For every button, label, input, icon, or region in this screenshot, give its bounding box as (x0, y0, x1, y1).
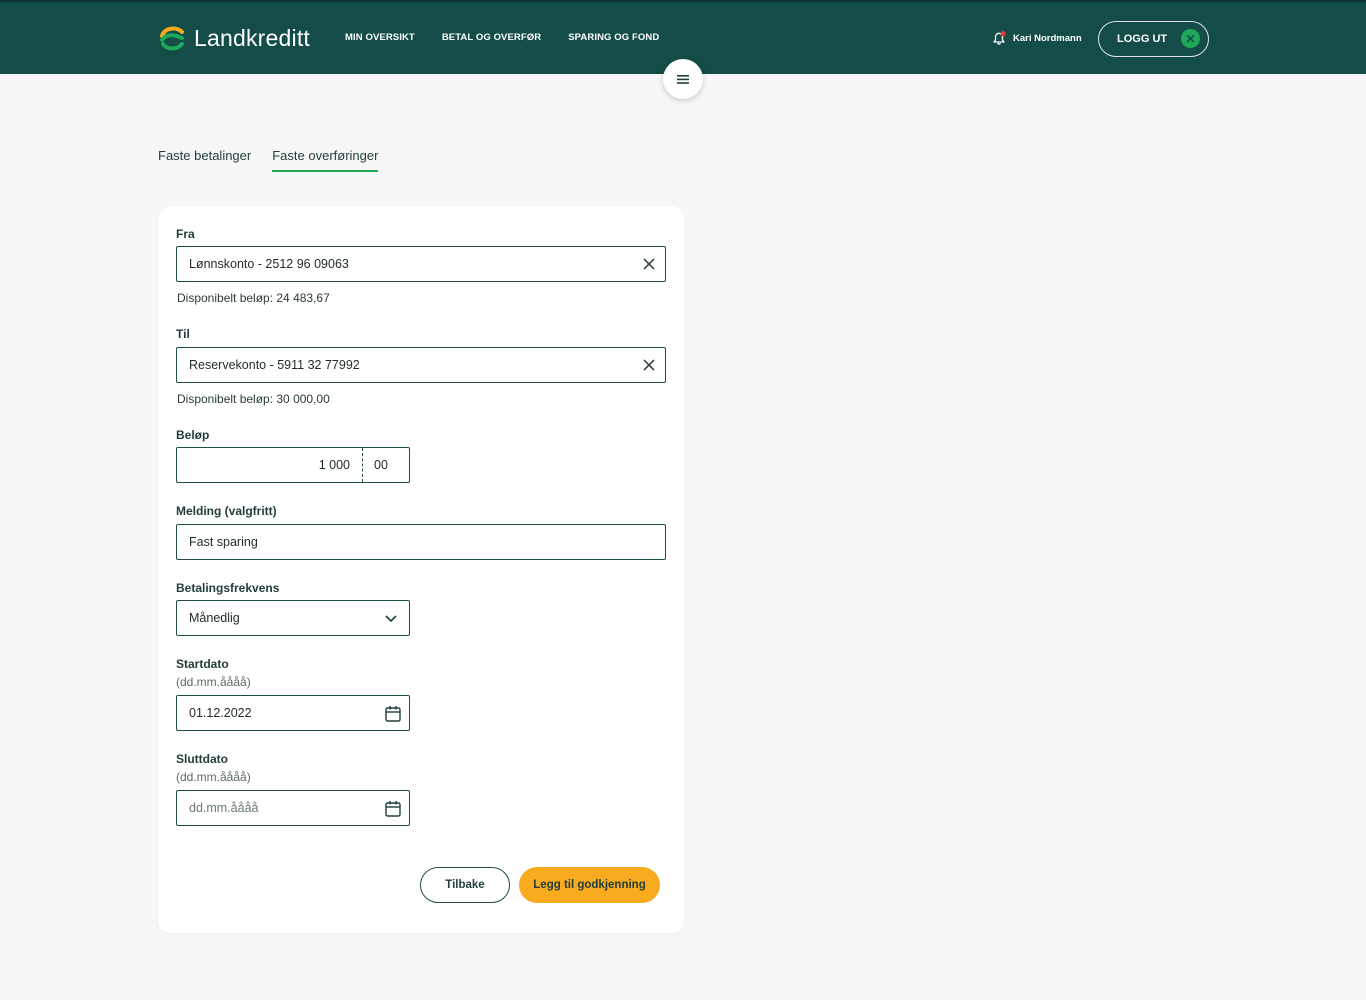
to-account-field[interactable]: Reservekonto - 5911 32 77992 (176, 347, 666, 383)
end-date-label: Sluttdato (176, 752, 228, 766)
start-date-value: 01.12.2022 (189, 706, 252, 720)
notification-bell-icon[interactable] (991, 30, 1007, 46)
to-available-amount: Disponibelt beløp: 30 000,00 (177, 392, 330, 406)
message-label: Melding (valgfritt) (176, 504, 277, 518)
nav-sparing-og-fond[interactable]: SPARING OG FOND (568, 32, 659, 43)
end-date-format: (dd.mm.åååå) (176, 770, 251, 784)
calendar-icon[interactable] (385, 705, 401, 722)
to-account-value: Reservekonto - 5911 32 77992 (189, 358, 360, 372)
tab-faste-overforinger[interactable]: Faste overføringer (272, 148, 379, 172)
start-date-label: Startdato (176, 657, 229, 671)
frequency-label: Betalingsfrekvens (176, 581, 280, 595)
transfer-form-card: Fra Lønnskonto - 2512 96 09063 Disponibe… (158, 206, 684, 933)
amount-ore-input[interactable]: 00 (363, 448, 409, 482)
from-account-value: Lønnskonto - 2512 96 09063 (189, 257, 349, 271)
tab-bar: Faste betalinger Faste overføringer (158, 148, 399, 172)
nav-min-oversikt[interactable]: MIN OVERSIKT (345, 32, 415, 43)
user-menu[interactable]: Kari Nordmann (991, 30, 1082, 46)
logout-label: LOGG UT (1117, 33, 1168, 45)
brand-logo[interactable]: Landkreditt (158, 24, 310, 52)
user-name: Kari Nordmann (1013, 32, 1082, 44)
clear-to-icon[interactable] (641, 357, 657, 373)
to-label: Til (176, 327, 190, 341)
landkreditt-logo-icon (160, 26, 184, 51)
add-for-approval-button[interactable]: Legg til godkjenning (519, 867, 660, 903)
calendar-icon[interactable] (385, 800, 401, 817)
amount-field: 1 000 00 (176, 447, 410, 483)
frequency-value: Månedlig (189, 611, 240, 625)
tab-faste-betalinger[interactable]: Faste betalinger (158, 148, 251, 172)
start-date-format: (dd.mm.åååå) (176, 675, 251, 689)
main-nav: MIN OVERSIKT BETAL OG OVERFØR SPARING OG… (345, 32, 686, 43)
message-input[interactable]: Fast sparing (176, 524, 666, 560)
back-button[interactable]: Tilbake (420, 867, 510, 903)
from-available-amount: Disponibelt beløp: 24 483,67 (177, 291, 330, 305)
amount-label: Beløp (176, 428, 210, 442)
menu-toggle-button[interactable] (663, 59, 703, 99)
hamburger-menu-icon (677, 74, 689, 84)
nav-betal-og-overfor[interactable]: BETAL OG OVERFØR (442, 32, 541, 43)
chevron-down-icon (385, 615, 397, 623)
close-icon: ✕ (1181, 29, 1200, 48)
amount-kroner-input[interactable]: 1 000 (177, 448, 363, 482)
from-account-field[interactable]: Lønnskonto - 2512 96 09063 (176, 246, 666, 282)
start-date-input[interactable]: 01.12.2022 (176, 695, 410, 731)
clear-from-icon[interactable] (641, 256, 657, 272)
logout-button[interactable]: LOGG UT ✕ (1098, 21, 1209, 57)
brand-name: Landkreditt (194, 24, 310, 51)
from-label: Fra (176, 227, 195, 241)
frequency-select[interactable]: Månedlig (176, 600, 410, 636)
message-value: Fast sparing (189, 535, 258, 549)
end-date-placeholder: dd.mm.åååå (189, 801, 259, 815)
end-date-input[interactable]: dd.mm.åååå (176, 790, 410, 826)
